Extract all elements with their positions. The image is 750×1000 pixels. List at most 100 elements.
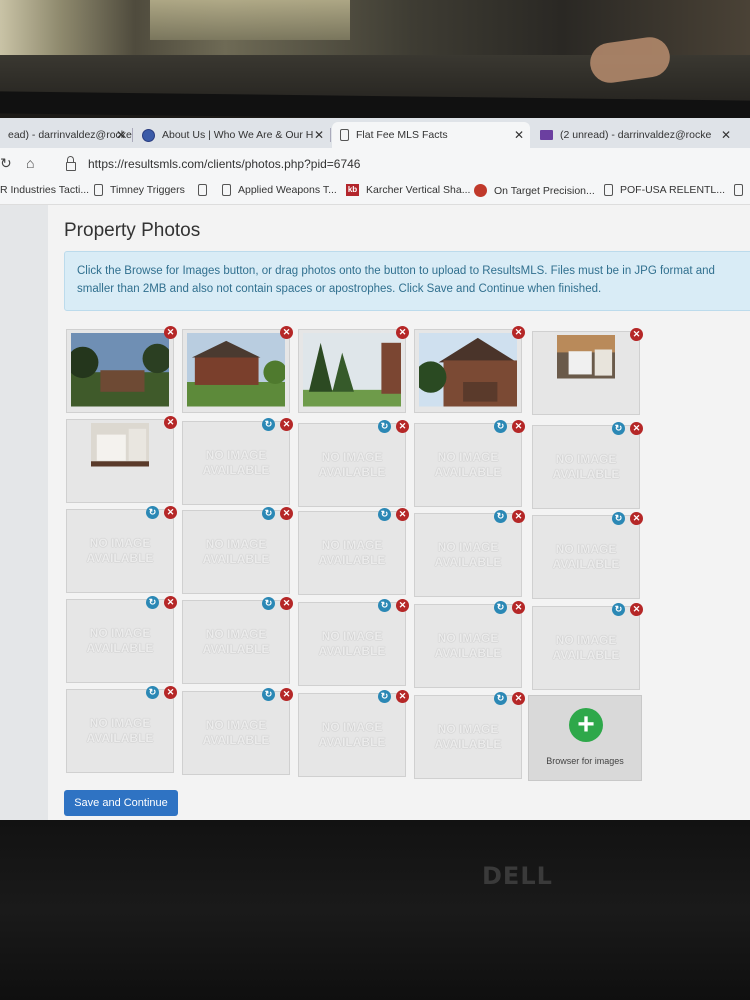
page-title: Property Photos bbox=[64, 220, 201, 241]
remove-button[interactable]: ✕ bbox=[630, 422, 643, 435]
rotate-button[interactable]: ↻ bbox=[494, 601, 507, 614]
bookmark-item[interactable]: POF-USA RELENTL... bbox=[604, 184, 725, 196]
close-icon[interactable]: ✕ bbox=[314, 128, 324, 142]
tab-mail-2[interactable]: (2 unread) - darrinvaldez@rocke ✕ bbox=[532, 122, 737, 148]
bookmark-item[interactable]: On Target Precision... bbox=[474, 184, 595, 197]
remove-button[interactable]: ✕ bbox=[280, 418, 293, 431]
rotate-button[interactable]: ↻ bbox=[378, 599, 391, 612]
bookmark-item[interactable] bbox=[734, 184, 750, 196]
no-image-placeholder: NO IMAGE AVAILABLE bbox=[86, 716, 154, 745]
document-icon bbox=[340, 129, 349, 141]
rotate-button[interactable]: ↻ bbox=[612, 422, 625, 435]
rotate-button[interactable]: ↻ bbox=[146, 596, 159, 609]
photo-slot[interactable]: NO IMAGE AVAILABLE ↻ ✕ bbox=[182, 688, 293, 775]
remove-button[interactable]: ✕ bbox=[164, 416, 177, 429]
rotate-button[interactable]: ↻ bbox=[262, 597, 275, 610]
rotate-button[interactable]: ↻ bbox=[146, 686, 159, 699]
rotate-button[interactable]: ↻ bbox=[612, 512, 625, 525]
remove-button[interactable]: ✕ bbox=[512, 326, 525, 339]
photo-slot[interactable]: NO IMAGE AVAILABLE ↻ ✕ bbox=[298, 420, 409, 507]
remove-button[interactable]: ✕ bbox=[512, 601, 525, 614]
page-content: Property Photos Click the Browse for Ima… bbox=[0, 205, 750, 824]
photo-slot[interactable]: NO IMAGE AVAILABLE ↻ ✕ bbox=[532, 603, 643, 690]
rotate-button[interactable]: ↻ bbox=[494, 420, 507, 433]
rotate-button[interactable]: ↻ bbox=[612, 603, 625, 616]
tab-mail-1[interactable]: ead) - darrinvaldez@rocke ✕ bbox=[0, 122, 133, 148]
rotate-button[interactable]: ↻ bbox=[262, 507, 275, 520]
remove-button[interactable]: ✕ bbox=[164, 596, 177, 609]
photo-slot[interactable]: NO IMAGE AVAILABLE ↻ ✕ bbox=[414, 420, 525, 507]
save-and-continue-button[interactable]: Save and Continue bbox=[64, 790, 178, 816]
rotate-button[interactable]: ↻ bbox=[378, 690, 391, 703]
remove-button[interactable]: ✕ bbox=[630, 328, 643, 341]
photo-slot[interactable]: ✕ bbox=[298, 326, 409, 413]
photo-slot[interactable]: NO IMAGE AVAILABLE ↻ ✕ bbox=[298, 508, 409, 595]
tab-separator bbox=[132, 128, 133, 142]
rotate-button[interactable]: ↻ bbox=[262, 418, 275, 431]
remove-button[interactable]: ✕ bbox=[512, 692, 525, 705]
remove-button[interactable]: ✕ bbox=[512, 510, 525, 523]
photo-slot[interactable]: ✕ bbox=[66, 416, 177, 503]
bookmark-label: POF-USA RELENTL... bbox=[620, 184, 726, 196]
home-icon[interactable]: ⌂ bbox=[26, 155, 34, 171]
close-icon[interactable]: ✕ bbox=[721, 128, 731, 142]
photo-slot[interactable]: NO IMAGE AVAILABLE ↻ ✕ bbox=[532, 422, 643, 509]
remove-button[interactable]: ✕ bbox=[396, 599, 409, 612]
remove-button[interactable]: ✕ bbox=[512, 420, 525, 433]
photo-slot[interactable]: NO IMAGE AVAILABLE ↻ ✕ bbox=[298, 690, 409, 777]
photo-slot[interactable]: NO IMAGE AVAILABLE ↻ ✕ bbox=[414, 510, 525, 597]
close-icon[interactable]: ✕ bbox=[514, 128, 524, 142]
no-image-placeholder: NO IMAGE AVAILABLE bbox=[318, 629, 386, 658]
bookmark-item bbox=[198, 184, 214, 196]
photo-slot[interactable]: NO IMAGE AVAILABLE ↻ ✕ bbox=[182, 418, 293, 505]
photo-slot[interactable]: NO IMAGE AVAILABLE ↻ ✕ bbox=[298, 599, 409, 686]
tab-flat-fee[interactable]: Flat Fee MLS Facts ✕ bbox=[332, 122, 530, 148]
photo-slot[interactable]: NO IMAGE AVAILABLE ↻ ✕ bbox=[182, 597, 293, 684]
remove-button[interactable]: ✕ bbox=[630, 512, 643, 525]
rotate-button[interactable]: ↻ bbox=[262, 688, 275, 701]
rotate-button[interactable]: ↻ bbox=[494, 510, 507, 523]
remove-button[interactable]: ✕ bbox=[280, 688, 293, 701]
tab-about-us[interactable]: About Us | Who We Are & Our H ✕ bbox=[134, 122, 331, 148]
window-light bbox=[150, 0, 350, 40]
remove-button[interactable]: ✕ bbox=[396, 690, 409, 703]
photo-slot[interactable]: NO IMAGE AVAILABLE ↻ ✕ bbox=[66, 686, 177, 773]
photo-slot[interactable]: NO IMAGE AVAILABLE ↻ ✕ bbox=[532, 512, 643, 599]
rotate-button[interactable]: ↻ bbox=[494, 692, 507, 705]
karcher-icon: kb bbox=[346, 184, 359, 196]
browse-images-button[interactable]: + Browser for images bbox=[528, 695, 642, 781]
remove-button[interactable]: ✕ bbox=[396, 420, 409, 433]
remove-button[interactable]: ✕ bbox=[164, 506, 177, 519]
remove-button[interactable]: ✕ bbox=[280, 507, 293, 520]
photo-slot[interactable]: NO IMAGE AVAILABLE ↻ ✕ bbox=[414, 601, 525, 688]
url-field[interactable]: https://resultsmls.com/clients/photos.ph… bbox=[66, 154, 746, 174]
photo-slot[interactable]: NO IMAGE AVAILABLE ↻ ✕ bbox=[182, 507, 293, 594]
close-icon[interactable]: ✕ bbox=[116, 128, 126, 142]
photo-slot[interactable]: ✕ bbox=[532, 328, 643, 415]
reload-icon[interactable]: ↻ bbox=[0, 155, 12, 172]
photo-slot[interactable]: NO IMAGE AVAILABLE ↻ ✕ bbox=[414, 692, 525, 779]
bookmark-item[interactable]: Timney Triggers bbox=[94, 184, 185, 196]
bookmark-item[interactable]: kb Karcher Vertical Sha... bbox=[346, 184, 470, 196]
remove-button[interactable]: ✕ bbox=[396, 326, 409, 339]
photo-slot[interactable]: NO IMAGE AVAILABLE ↻ ✕ bbox=[66, 596, 177, 683]
remove-button[interactable]: ✕ bbox=[280, 597, 293, 610]
photo-slot[interactable]: NO IMAGE AVAILABLE ↻ ✕ bbox=[66, 506, 177, 593]
photo-slot[interactable]: ✕ bbox=[66, 326, 177, 413]
remove-button[interactable]: ✕ bbox=[630, 603, 643, 616]
remove-button[interactable]: ✕ bbox=[164, 686, 177, 699]
document-icon bbox=[604, 184, 613, 196]
remove-button[interactable]: ✕ bbox=[396, 508, 409, 521]
photo-slot[interactable]: ✕ bbox=[414, 326, 525, 413]
bookmark-item[interactable]: R Industries Tacti... bbox=[0, 184, 89, 196]
plus-icon: + bbox=[569, 708, 603, 742]
photo-slot[interactable]: ✕ bbox=[182, 326, 293, 413]
document-icon[interactable] bbox=[198, 184, 207, 196]
remove-button[interactable]: ✕ bbox=[164, 326, 177, 339]
rotate-button[interactable]: ↻ bbox=[378, 420, 391, 433]
bookmark-item[interactable]: Applied Weapons T... bbox=[222, 184, 337, 196]
rotate-button[interactable]: ↻ bbox=[378, 508, 391, 521]
bookmarks-bar: R Industries Tacti... Timney Triggers Ap… bbox=[0, 178, 750, 205]
rotate-button[interactable]: ↻ bbox=[146, 506, 159, 519]
remove-button[interactable]: ✕ bbox=[280, 326, 293, 339]
